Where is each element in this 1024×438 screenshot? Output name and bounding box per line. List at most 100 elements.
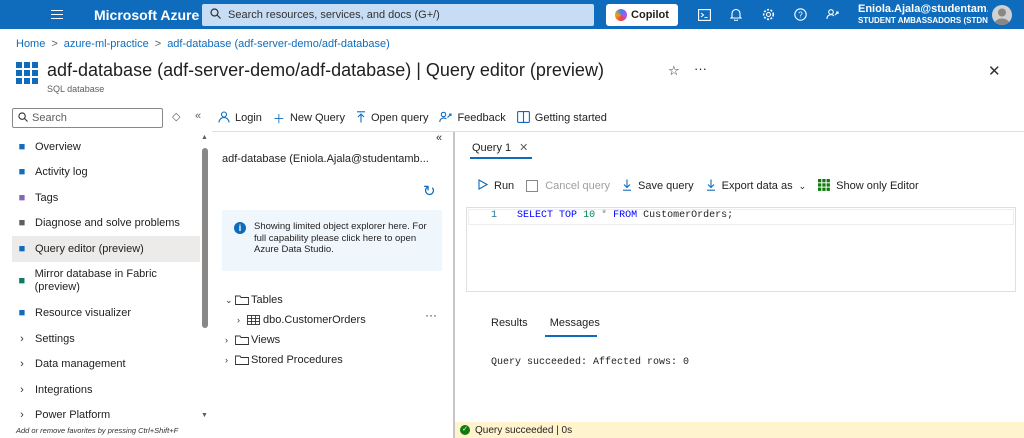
sidebar-item[interactable]: ■ Mirror database in Fabric (preview) (12, 262, 200, 301)
new-query-label: New Query (289, 112, 345, 124)
info-text: Showing limited object explorer here. Fo… (254, 221, 427, 255)
breadcrumb-home[interactable]: Home (16, 38, 45, 50)
breadcrumb-resource-group[interactable]: azure-ml-practice (64, 38, 149, 50)
avatar[interactable] (992, 4, 1012, 25)
collapse-sidebar-icon[interactable]: « (195, 110, 201, 122)
refresh-icon[interactable]: ↻ (423, 182, 436, 200)
help-icon[interactable]: ? (784, 0, 816, 29)
sidebar-search-input[interactable]: Search (12, 108, 163, 128)
tag-icon: ■ (18, 191, 26, 204)
table-more-options-icon[interactable]: ··· (425, 308, 437, 322)
new-query-button[interactable]: ＋ New Query (273, 110, 345, 127)
sidebar-item[interactable]: › Data management (12, 352, 200, 378)
feedback-label: Feedback (457, 112, 506, 124)
close-tab-icon[interactable]: ✕ (519, 141, 528, 154)
tree-node-views[interactable]: › Views (225, 330, 366, 350)
more-options-icon[interactable]: ··· (694, 61, 707, 76)
sidebar-scrollbar[interactable]: ▲ ▼ (201, 134, 208, 422)
page-title: adf-database (adf-server-demo/adf-databa… (47, 60, 604, 80)
tab-messages[interactable]: Messages (550, 317, 600, 329)
sidebar-item[interactable]: › Power Platform (12, 403, 200, 429)
tab-label: Query 1 (472, 141, 512, 154)
chevron-right-icon[interactable]: › (225, 335, 235, 345)
folder-icon (235, 295, 249, 305)
sidebar-item[interactable]: › Settings (12, 326, 200, 352)
result-message: Query succeeded: Affected rows: 0 (491, 357, 690, 368)
export-data-dropdown[interactable]: Export data as ⌄ (706, 179, 806, 194)
sort-toggle-icon[interactable]: ◇ (172, 110, 180, 123)
cloud-shell-icon[interactable] (688, 0, 720, 29)
login-label: Login (235, 112, 262, 124)
save-query-button[interactable]: Save query (622, 179, 694, 194)
code-line[interactable]: SELECT TOP 10 * FROM CustomerOrders; (517, 210, 733, 221)
sidebar-item[interactable]: ■ Query editor (preview) (12, 236, 200, 262)
plus-icon: ＋ (272, 111, 285, 126)
account-menu[interactable]: Eniola.Ajala@studentam... STUDENT AMBASS… (858, 4, 988, 26)
gear-icon[interactable] (752, 0, 784, 29)
query-toolbar: Run Cancel query Save query Export data … (478, 178, 931, 194)
sidebar-item[interactable]: ■ Overview (12, 134, 200, 160)
tab-results[interactable]: Results (491, 317, 528, 329)
tree-node-tables[interactable]: ⌄ Tables (225, 290, 366, 310)
chevron-right-icon: › (20, 409, 24, 422)
run-label: Run (494, 180, 515, 192)
global-search-input[interactable]: Search resources, services, and docs (G+… (202, 3, 594, 26)
feedback-icon[interactable] (816, 0, 848, 29)
tree-label-table: dbo.CustomerOrders (263, 314, 366, 326)
sidebar-item[interactable]: ■ Resource visualizer (12, 301, 200, 327)
feedback-button[interactable]: Feedback (439, 111, 506, 126)
tree-node-table[interactable]: › dbo.CustomerOrders (225, 310, 366, 330)
run-button[interactable]: Run (478, 179, 514, 193)
code-number: 10 (583, 210, 596, 221)
panel-splitter[interactable] (453, 132, 455, 438)
sidebar-item-label: Power Platform (35, 409, 111, 422)
copilot-button[interactable]: Copilot (606, 3, 678, 26)
brand-title[interactable]: Microsoft Azure (94, 7, 202, 23)
chevron-right-icon: › (20, 358, 24, 371)
cancel-label: Cancel query (545, 180, 611, 192)
info-banner[interactable]: i Showing limited object explorer here. … (222, 210, 442, 271)
bell-icon[interactable] (720, 0, 752, 29)
getting-started-button[interactable]: Getting started (516, 110, 607, 126)
play-icon (478, 179, 489, 193)
cancel-query-button[interactable]: Cancel query (526, 180, 610, 192)
fabric-icon: ■ (18, 275, 26, 287)
line-number: 1 (491, 210, 498, 221)
object-explorer-panel (212, 132, 453, 438)
sidebar-item[interactable]: ■ Tags (12, 185, 200, 211)
results-tabs: Results Messages (491, 317, 622, 329)
tab-query-1[interactable]: Query 1 ✕ (472, 141, 528, 155)
query-editor-grid-icon (16, 62, 38, 84)
hamburger-menu-icon[interactable] (40, 0, 74, 29)
chevron-down-icon[interactable]: ⌄ (225, 295, 235, 306)
login-button[interactable]: Login (218, 110, 262, 126)
breadcrumb-separator: > (154, 38, 162, 50)
breadcrumb-database[interactable]: adf-database (adf-server-demo/adf-databa… (167, 38, 390, 50)
tree-node-procedures[interactable]: › Stored Procedures (225, 350, 366, 370)
download-icon (622, 179, 632, 194)
sql-editor[interactable]: 1 SELECT TOP 10 * FROM CustomerOrders; (466, 207, 1016, 292)
sidebar-item[interactable]: ■ Diagnose and solve problems (12, 211, 200, 237)
favorite-star-icon[interactable]: ☆ (668, 63, 680, 79)
chevron-right-icon: › (20, 332, 24, 345)
sidebar-item[interactable]: › Integrations (12, 377, 200, 403)
scroll-up-arrow-icon[interactable]: ▲ (201, 134, 208, 141)
open-query-button[interactable]: Open query (356, 110, 428, 126)
chevron-right-icon[interactable]: › (237, 315, 247, 325)
scrollbar-thumb[interactable] (202, 148, 208, 328)
code-keyword: TOP (559, 210, 578, 221)
info-icon: i (234, 222, 246, 234)
scroll-down-arrow-icon[interactable]: ▼ (201, 412, 208, 419)
getting-started-label: Getting started (534, 112, 607, 124)
show-only-editor-button[interactable]: Show only Editor (818, 178, 919, 194)
chevron-right-icon[interactable]: › (225, 355, 235, 365)
explorer-connection: adf-database (Eniola.Ajala@studentamb... (222, 153, 429, 165)
tree-label-views: Views (251, 334, 281, 346)
sidebar-item-label: Diagnose and solve problems (35, 217, 180, 230)
sidebar-item-label: Mirror database in Fabric (preview) (34, 268, 157, 293)
collapse-explorer-icon[interactable]: « (436, 132, 442, 144)
status-bar: ✓ Query succeeded | 0s (455, 422, 1024, 438)
sidebar-item[interactable]: ■ Activity log (12, 160, 200, 186)
wrench-icon: ■ (18, 217, 26, 230)
close-icon[interactable]: ✕ (988, 62, 1001, 80)
